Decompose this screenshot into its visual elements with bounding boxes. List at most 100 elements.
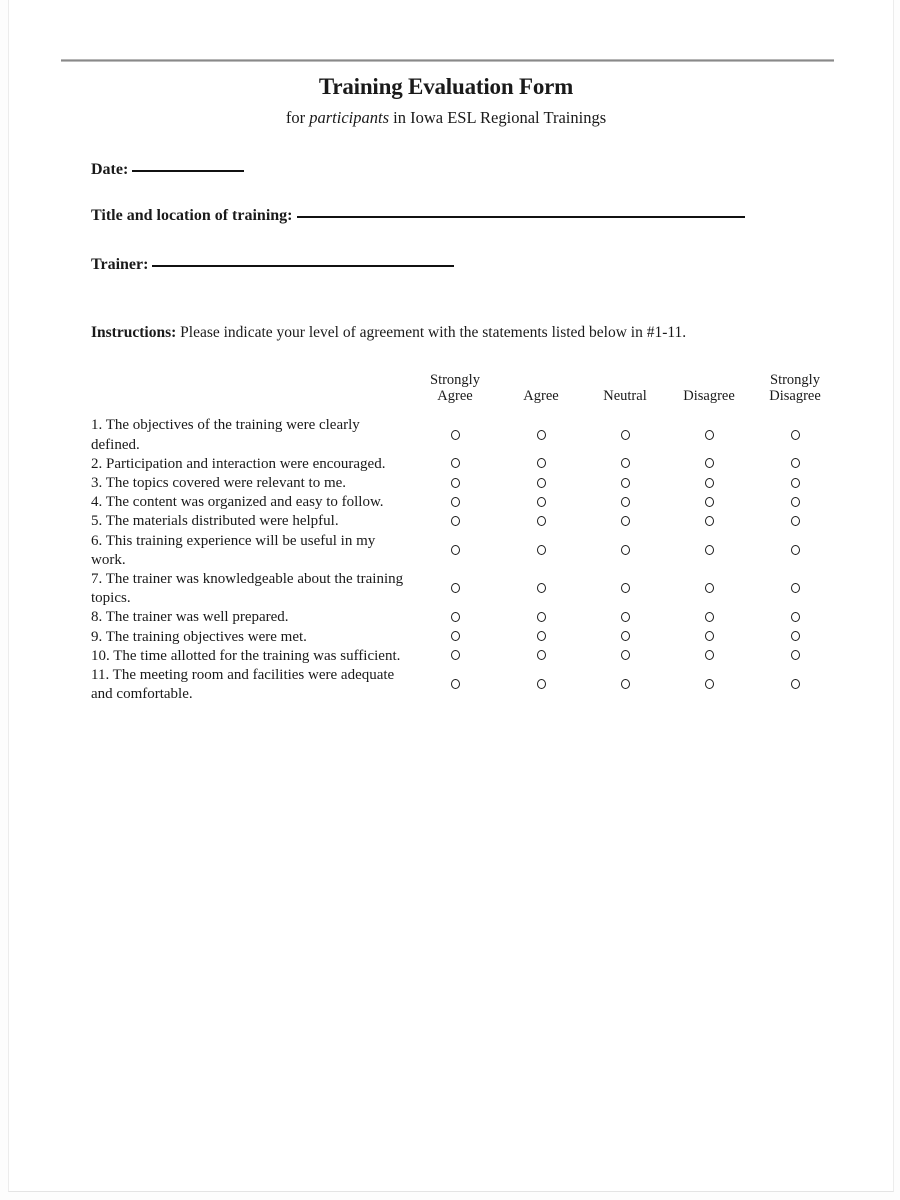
radio-cell[interactable] <box>583 493 667 512</box>
radio-cell[interactable] <box>499 493 583 512</box>
radio-button-q2-opt3[interactable] <box>620 458 630 469</box>
radio-cell[interactable] <box>499 570 583 608</box>
radio-button-q9-opt4[interactable] <box>704 631 714 642</box>
field-training-title-blank[interactable] <box>296 216 745 218</box>
radio-button-q4-opt4[interactable] <box>704 496 714 507</box>
radio-cell[interactable] <box>751 474 839 493</box>
field-trainer-blank[interactable] <box>152 265 455 267</box>
radio-button-q2-opt4[interactable] <box>704 458 714 469</box>
radio-cell[interactable] <box>499 647 583 666</box>
radio-button-q8-opt3[interactable] <box>620 611 630 622</box>
radio-button-q5-opt5[interactable] <box>790 516 800 526</box>
radio-cell[interactable] <box>751 608 839 627</box>
radio-cell[interactable] <box>583 416 667 454</box>
radio-cell[interactable] <box>499 628 583 647</box>
radio-cell[interactable] <box>667 532 751 570</box>
radio-cell[interactable] <box>751 628 839 647</box>
radio-cell[interactable] <box>583 570 667 608</box>
radio-button-q1-opt1[interactable] <box>450 429 460 440</box>
radio-button-q7-opt3[interactable] <box>620 583 630 594</box>
radio-cell[interactable] <box>667 666 751 704</box>
radio-button-q10-opt5[interactable] <box>790 650 800 661</box>
radio-cell[interactable] <box>411 628 499 647</box>
radio-cell[interactable] <box>667 608 751 627</box>
radio-button-q8-opt4[interactable] <box>704 611 714 622</box>
radio-button-q7-opt4[interactable] <box>704 583 714 594</box>
radio-cell[interactable] <box>411 416 499 454</box>
radio-button-q6-opt2[interactable] <box>536 544 546 555</box>
radio-button-q2-opt2[interactable] <box>536 458 546 469</box>
radio-button-q4-opt3[interactable] <box>620 496 630 507</box>
radio-cell[interactable] <box>583 474 667 493</box>
radio-button-q10-opt4[interactable] <box>704 650 714 661</box>
radio-cell[interactable] <box>667 455 751 474</box>
radio-button-q10-opt2[interactable] <box>536 650 546 661</box>
radio-cell[interactable] <box>751 666 839 704</box>
radio-button-q7-opt5[interactable] <box>790 583 800 594</box>
radio-button-q11-opt5[interactable] <box>790 679 800 690</box>
radio-cell[interactable] <box>667 570 751 608</box>
radio-button-q6-opt1[interactable] <box>450 544 460 555</box>
field-date-blank[interactable] <box>132 170 245 172</box>
radio-button-q5-opt3[interactable] <box>620 516 630 526</box>
radio-button-q1-opt3[interactable] <box>620 429 630 440</box>
radio-cell[interactable] <box>751 647 839 666</box>
radio-button-q6-opt4[interactable] <box>704 544 714 555</box>
radio-cell[interactable] <box>583 666 667 704</box>
radio-cell[interactable] <box>499 416 583 454</box>
radio-cell[interactable] <box>583 647 667 666</box>
radio-button-q1-opt2[interactable] <box>536 429 546 440</box>
radio-button-q3-opt4[interactable] <box>704 477 714 488</box>
radio-button-q3-opt1[interactable] <box>450 477 460 488</box>
radio-button-q10-opt1[interactable] <box>450 650 460 661</box>
radio-cell[interactable] <box>583 532 667 570</box>
radio-cell[interactable] <box>411 532 499 570</box>
radio-button-q3-opt5[interactable] <box>790 477 800 488</box>
radio-button-q3-opt2[interactable] <box>536 477 546 488</box>
radio-button-q6-opt5[interactable] <box>790 544 800 555</box>
radio-cell[interactable] <box>411 455 499 474</box>
radio-button-q5-opt1[interactable] <box>450 516 460 526</box>
radio-button-q11-opt4[interactable] <box>704 679 714 690</box>
radio-cell[interactable] <box>411 474 499 493</box>
radio-cell[interactable] <box>499 666 583 704</box>
radio-cell[interactable] <box>411 666 499 704</box>
radio-button-q9-opt3[interactable] <box>620 631 630 642</box>
radio-cell[interactable] <box>583 608 667 627</box>
radio-cell[interactable] <box>499 474 583 493</box>
radio-cell[interactable] <box>667 474 751 493</box>
radio-cell[interactable] <box>667 493 751 512</box>
radio-button-q11-opt3[interactable] <box>620 679 630 690</box>
radio-cell[interactable] <box>751 493 839 512</box>
radio-cell[interactable] <box>583 512 667 531</box>
radio-button-q5-opt2[interactable] <box>536 516 546 526</box>
radio-cell[interactable] <box>751 532 839 570</box>
radio-button-q1-opt5[interactable] <box>790 429 800 440</box>
radio-cell[interactable] <box>499 512 583 531</box>
radio-cell[interactable] <box>751 455 839 474</box>
radio-cell[interactable] <box>499 532 583 570</box>
radio-cell[interactable] <box>583 628 667 647</box>
radio-button-q1-opt4[interactable] <box>704 429 714 440</box>
radio-cell[interactable] <box>411 493 499 512</box>
radio-cell[interactable] <box>583 455 667 474</box>
radio-button-q3-opt3[interactable] <box>620 477 630 488</box>
radio-button-q6-opt3[interactable] <box>620 544 630 555</box>
radio-button-q9-opt2[interactable] <box>536 631 546 642</box>
radio-cell[interactable] <box>499 608 583 627</box>
radio-button-q9-opt1[interactable] <box>450 631 460 642</box>
radio-cell[interactable] <box>667 647 751 666</box>
radio-button-q7-opt2[interactable] <box>536 583 546 594</box>
radio-cell[interactable] <box>751 570 839 608</box>
radio-cell[interactable] <box>751 512 839 531</box>
radio-cell[interactable] <box>411 512 499 531</box>
radio-button-q5-opt4[interactable] <box>704 516 714 526</box>
radio-cell[interactable] <box>411 608 499 627</box>
radio-cell[interactable] <box>499 455 583 474</box>
radio-button-q4-opt5[interactable] <box>790 496 800 507</box>
radio-button-q2-opt1[interactable] <box>450 458 460 469</box>
radio-cell[interactable] <box>667 416 751 454</box>
radio-button-q7-opt1[interactable] <box>450 583 460 594</box>
radio-cell[interactable] <box>667 512 751 531</box>
radio-cell[interactable] <box>751 416 839 454</box>
